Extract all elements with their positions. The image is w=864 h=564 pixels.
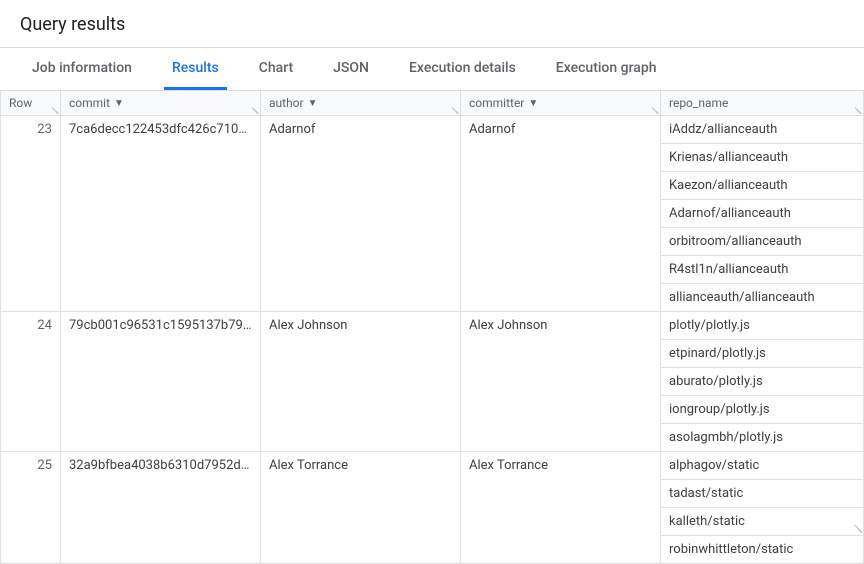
- column-label: author: [269, 96, 304, 110]
- column-header-commit[interactable]: commit ▼: [61, 91, 261, 116]
- cell-committer: Alex Johnson: [461, 312, 661, 452]
- column-label: committer: [469, 96, 524, 110]
- results-table: Row commit ▼ author ▼ committer ▼ repo_n…: [0, 91, 864, 564]
- cell-repo-name: tadast/static: [661, 480, 864, 508]
- cell-repo-name: aburato/plotly.js: [661, 368, 864, 396]
- table-row: 237ca6decc122453dfc426c710c9...AdarnofAd…: [1, 116, 864, 144]
- cell-repo-name: orbitroom/allianceauth: [661, 228, 864, 256]
- cell-repo-name: robinwhittleton/static: [661, 536, 864, 564]
- cell-committer: Alex Torrance: [461, 452, 661, 564]
- column-label: Row: [9, 96, 32, 110]
- window-resize-grip-icon[interactable]: [852, 523, 862, 533]
- column-header-row[interactable]: Row: [1, 91, 61, 116]
- cell-repo-name: alphagov/static: [661, 452, 864, 480]
- cell-author: Adarnof: [261, 116, 461, 312]
- cell-row-num: 23: [1, 116, 61, 312]
- tab-results[interactable]: Results: [164, 48, 227, 90]
- resize-handle-icon[interactable]: [650, 106, 658, 114]
- page-title: Query results: [0, 0, 864, 48]
- cell-repo-name: Adarnof/allianceauth: [661, 200, 864, 228]
- cell-repo-name: Krienas/allianceauth: [661, 144, 864, 172]
- cell-author: Alex Johnson: [261, 312, 461, 452]
- cell-row-num: 25: [1, 452, 61, 564]
- tab-job-information[interactable]: Job information: [24, 48, 140, 90]
- cell-repo-name: etpinard/plotly.js: [661, 340, 864, 368]
- cell-repo-name: allianceauth/allianceauth: [661, 284, 864, 312]
- column-header-committer[interactable]: committer ▼: [461, 91, 661, 116]
- cell-author: Alex Torrance: [261, 452, 461, 564]
- cell-repo-name: Kaezon/allianceauth: [661, 172, 864, 200]
- sort-icon: ▼: [114, 98, 124, 109]
- column-header-repo-name[interactable]: repo_name: [661, 91, 864, 116]
- cell-commit: 7ca6decc122453dfc426c710c9...: [61, 116, 261, 312]
- tab-execution-details[interactable]: Execution details: [401, 48, 524, 90]
- cell-repo-name: plotly/plotly.js: [661, 312, 864, 340]
- tab-chart[interactable]: Chart: [251, 48, 301, 90]
- table-row: 2479cb001c96531c1595137b79b...Alex Johns…: [1, 312, 864, 340]
- sort-icon: ▼: [308, 98, 318, 109]
- resize-handle-icon[interactable]: [853, 106, 861, 114]
- cell-repo-name: kalleth/static: [661, 508, 864, 536]
- resize-handle-icon[interactable]: [250, 106, 258, 114]
- column-label: repo_name: [669, 96, 728, 110]
- resize-handle-icon[interactable]: [50, 106, 58, 114]
- tabs-bar: Job information Results Chart JSON Execution…: [0, 48, 864, 91]
- cell-repo-name: asolagmbh/plotly.js: [661, 424, 864, 452]
- tab-json[interactable]: JSON: [325, 48, 377, 90]
- column-label: commit: [69, 96, 110, 110]
- cell-committer: Adarnof: [461, 116, 661, 312]
- resize-handle-icon[interactable]: [450, 106, 458, 114]
- column-header-author[interactable]: author ▼: [261, 91, 461, 116]
- cell-commit: 32a9bfbea4038b6310d7952d1...: [61, 452, 261, 564]
- table-row: 2532a9bfbea4038b6310d7952d1...Alex Torra…: [1, 452, 864, 480]
- cell-repo-name: R4stl1n/allianceauth: [661, 256, 864, 284]
- sort-icon: ▼: [528, 98, 538, 109]
- tab-execution-graph[interactable]: Execution graph: [548, 48, 665, 90]
- cell-repo-name: iAddz/allianceauth: [661, 116, 864, 144]
- cell-repo-name: iongroup/plotly.js: [661, 396, 864, 424]
- cell-row-num: 24: [1, 312, 61, 452]
- cell-commit: 79cb001c96531c1595137b79b...: [61, 312, 261, 452]
